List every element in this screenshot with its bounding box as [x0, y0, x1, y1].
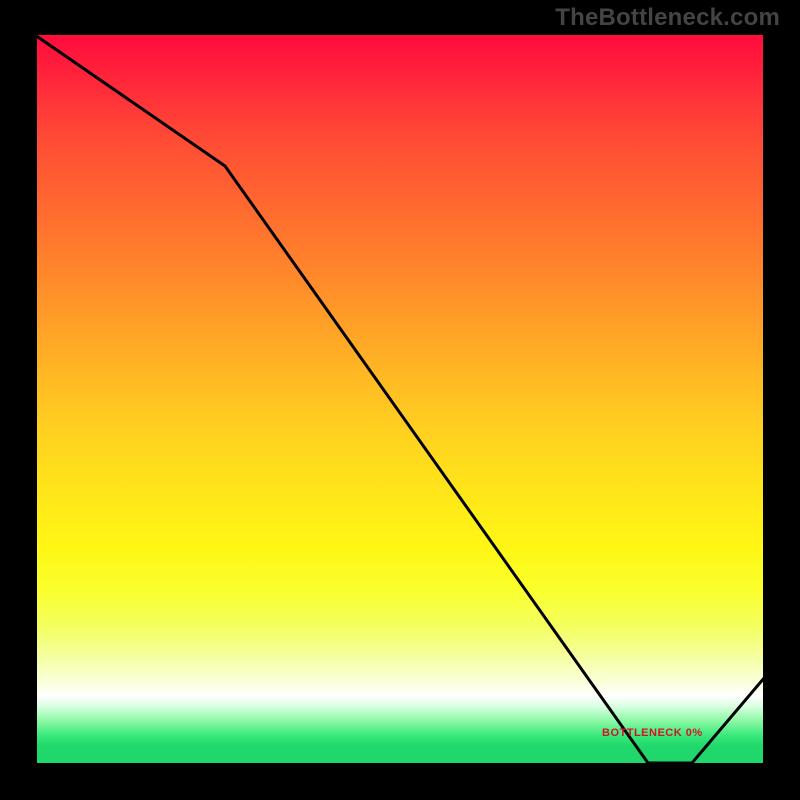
watermark-text: TheBottleneck.com: [555, 4, 780, 32]
baseline-label: BOTTLENECK 0%: [602, 727, 703, 739]
bottleneck-curve: [35, 35, 765, 765]
plot-frame: BOTTLENECK 0%: [35, 35, 765, 765]
chart-stage: TheBottleneck.com BOTTLENECK 0%: [0, 0, 800, 800]
